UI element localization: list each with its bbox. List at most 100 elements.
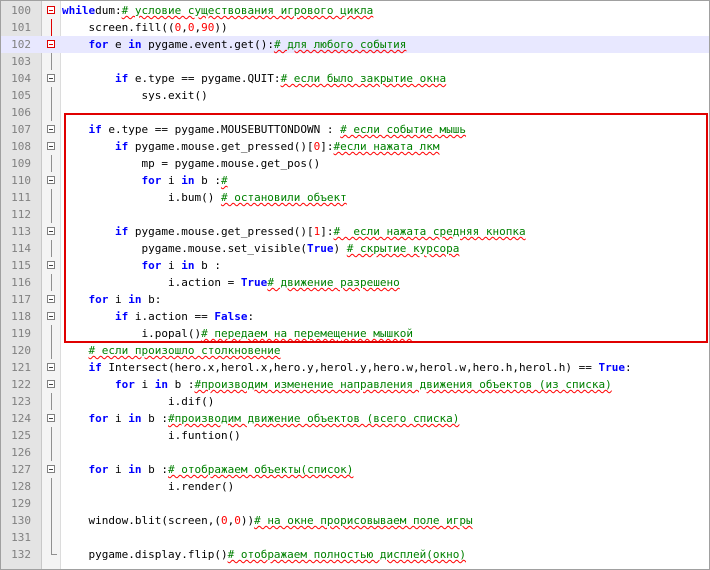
keyword-token: if — [114, 140, 129, 153]
number-token: 0 — [220, 514, 228, 527]
code-token: i — [108, 412, 129, 425]
fold-toggle-icon[interactable] — [47, 414, 55, 422]
code-line[interactable]: 116 i.action = True# движение разрешено — [1, 274, 709, 291]
code-line[interactable]: 122 for i in b :#производим изменение на… — [1, 376, 709, 393]
code-line[interactable]: 103 — [1, 53, 709, 70]
line-number: 108 — [11, 140, 31, 153]
code-editor[interactable]: 100 whiledum:# условие существования игро… — [0, 0, 710, 570]
code-text: for e in pygame.event.get():# для любого… — [62, 36, 407, 53]
comment-token: # скрытие курсора — [346, 242, 460, 255]
comment-token: #производим изменение направления движен… — [194, 378, 612, 391]
fold-guide — [51, 444, 52, 461]
code-text: i.popal()# передаем на перемещение мышко… — [62, 325, 413, 342]
fold-toggle-icon[interactable] — [47, 363, 55, 371]
keyword-token: in — [154, 378, 168, 391]
code-token: e.type == pygame.QUIT: — [128, 72, 281, 85]
fold-toggle-icon[interactable] — [47, 227, 55, 235]
code-line[interactable]: 110 for i in b :# — [1, 172, 709, 189]
code-line[interactable]: 113 if pygame.mouse.get_pressed()[1]:# е… — [1, 223, 709, 240]
line-number: 110 — [11, 174, 31, 187]
code-line[interactable]: 121 if Intersect(hero.x,herol.x,hero.y,h… — [1, 359, 709, 376]
code-line[interactable]: 129 — [1, 495, 709, 512]
code-line[interactable]: 102 for e in pygame.event.get():# для лю… — [1, 36, 709, 53]
code-line[interactable]: 118 if i.action == False: — [1, 308, 709, 325]
code-line[interactable]: 114 pygame.mouse.set_visible(True) # скр… — [1, 240, 709, 257]
line-number: 130 — [11, 514, 31, 527]
comment-token: # если событие мышь — [340, 123, 467, 136]
line-number: 119 — [11, 327, 31, 340]
code-token: i.popal() — [62, 327, 202, 340]
code-line[interactable]: 125 i.funtion() — [1, 427, 709, 444]
keyword-token: while — [62, 4, 96, 17]
fold-toggle-icon[interactable] — [47, 312, 55, 320]
code-line[interactable]: 112 — [1, 206, 709, 223]
code-text: # если произошло столкновение — [62, 342, 281, 359]
line-number: 118 — [11, 310, 31, 323]
code-text: if i.action == False: — [62, 308, 254, 325]
code-line[interactable]: 124 for i in b :#производим движение объ… — [1, 410, 709, 427]
comment-token: # движение разрешено — [267, 276, 400, 289]
code-line[interactable]: 132 pygame.display.flip()# отображаем по… — [1, 546, 709, 563]
code-line[interactable]: 111 i.bum() # остановили объект — [1, 189, 709, 206]
code-token: ) — [333, 242, 347, 255]
comment-token: # отображаем объекты(список) — [168, 463, 354, 476]
fold-toggle-icon[interactable] — [47, 142, 55, 150]
code-token: ]: — [320, 225, 334, 238]
code-line[interactable]: 119 i.popal()# передаем на перемещение м… — [1, 325, 709, 342]
line-number: 113 — [11, 225, 31, 238]
keyword-token: in — [181, 174, 195, 187]
fold-guide — [51, 495, 52, 512]
code-text: i.bum() # остановили объект — [62, 189, 347, 206]
code-line[interactable]: 108 if pygame.mouse.get_pressed()[0]:#ес… — [1, 138, 709, 155]
code-line[interactable]: 115 for i in b : — [1, 257, 709, 274]
line-number: 131 — [11, 531, 31, 544]
code-line[interactable]: 109 mp = pygame.mouse.get_pos() — [1, 155, 709, 172]
code-line[interactable]: 117 for i in b: — [1, 291, 709, 308]
keyword-token: if — [114, 225, 129, 238]
fold-guide — [51, 189, 52, 206]
code-line[interactable]: 131 — [1, 529, 709, 546]
keyword-token: in — [128, 412, 142, 425]
code-text: mp = pygame.mouse.get_pos() — [62, 155, 320, 172]
code-token: pygame.mouse.get_pressed()[ — [128, 225, 314, 238]
fold-guide — [51, 325, 52, 342]
code-token: i — [161, 174, 182, 187]
fold-toggle-icon[interactable] — [47, 125, 55, 133]
code-token: : — [624, 361, 632, 374]
fold-toggle-icon[interactable] — [47, 465, 55, 473]
comment-token: # отображаем полностью дисплей(окно) — [227, 548, 466, 561]
code-line[interactable]: 126 — [1, 444, 709, 461]
code-token: b : — [194, 174, 221, 187]
code-line[interactable]: 120 # если произошло столкновение — [1, 342, 709, 359]
code-line[interactable]: 107 if e.type == pygame.MOUSEBUTTONDOWN … — [1, 121, 709, 138]
line-number: 124 — [11, 412, 31, 425]
line-number: 122 — [11, 378, 31, 391]
code-line[interactable]: 106 — [1, 104, 709, 121]
code-line[interactable]: 127 for i in b :# отображаем объекты(спи… — [1, 461, 709, 478]
code-token: e — [108, 38, 129, 51]
code-line[interactable]: 105 sys.exit() — [1, 87, 709, 104]
code-line[interactable]: 130 window.blit(screen,(0,0))# на окне п… — [1, 512, 709, 529]
comment-token: # условие существования игрового цикла — [121, 4, 374, 17]
fold-toggle-icon[interactable] — [47, 380, 55, 388]
fold-toggle-icon[interactable] — [47, 295, 55, 303]
comment-token: # если было закрытие окна — [280, 72, 447, 85]
code-line[interactable]: 104 if e.type == pygame.QUIT:# если было… — [1, 70, 709, 87]
fold-toggle-icon[interactable] — [47, 176, 55, 184]
code-line[interactable]: 128 i.render() — [1, 478, 709, 495]
code-line[interactable]: 100 whiledum:# условие существования игро… — [1, 2, 709, 19]
fold-toggle-icon[interactable] — [47, 74, 55, 82]
code-line[interactable]: 123 i.dif() — [1, 393, 709, 410]
code-line[interactable]: 101 screen.fill((0,0,90)) — [1, 19, 709, 36]
code-token: Intersect(hero.x,herol.x,hero.y,herol.y,… — [101, 361, 599, 374]
fold-toggle-icon[interactable] — [47, 261, 55, 269]
fold-toggle-icon[interactable] — [47, 40, 55, 48]
fold-toggle-icon[interactable] — [47, 6, 55, 14]
fold-guide — [51, 53, 52, 70]
